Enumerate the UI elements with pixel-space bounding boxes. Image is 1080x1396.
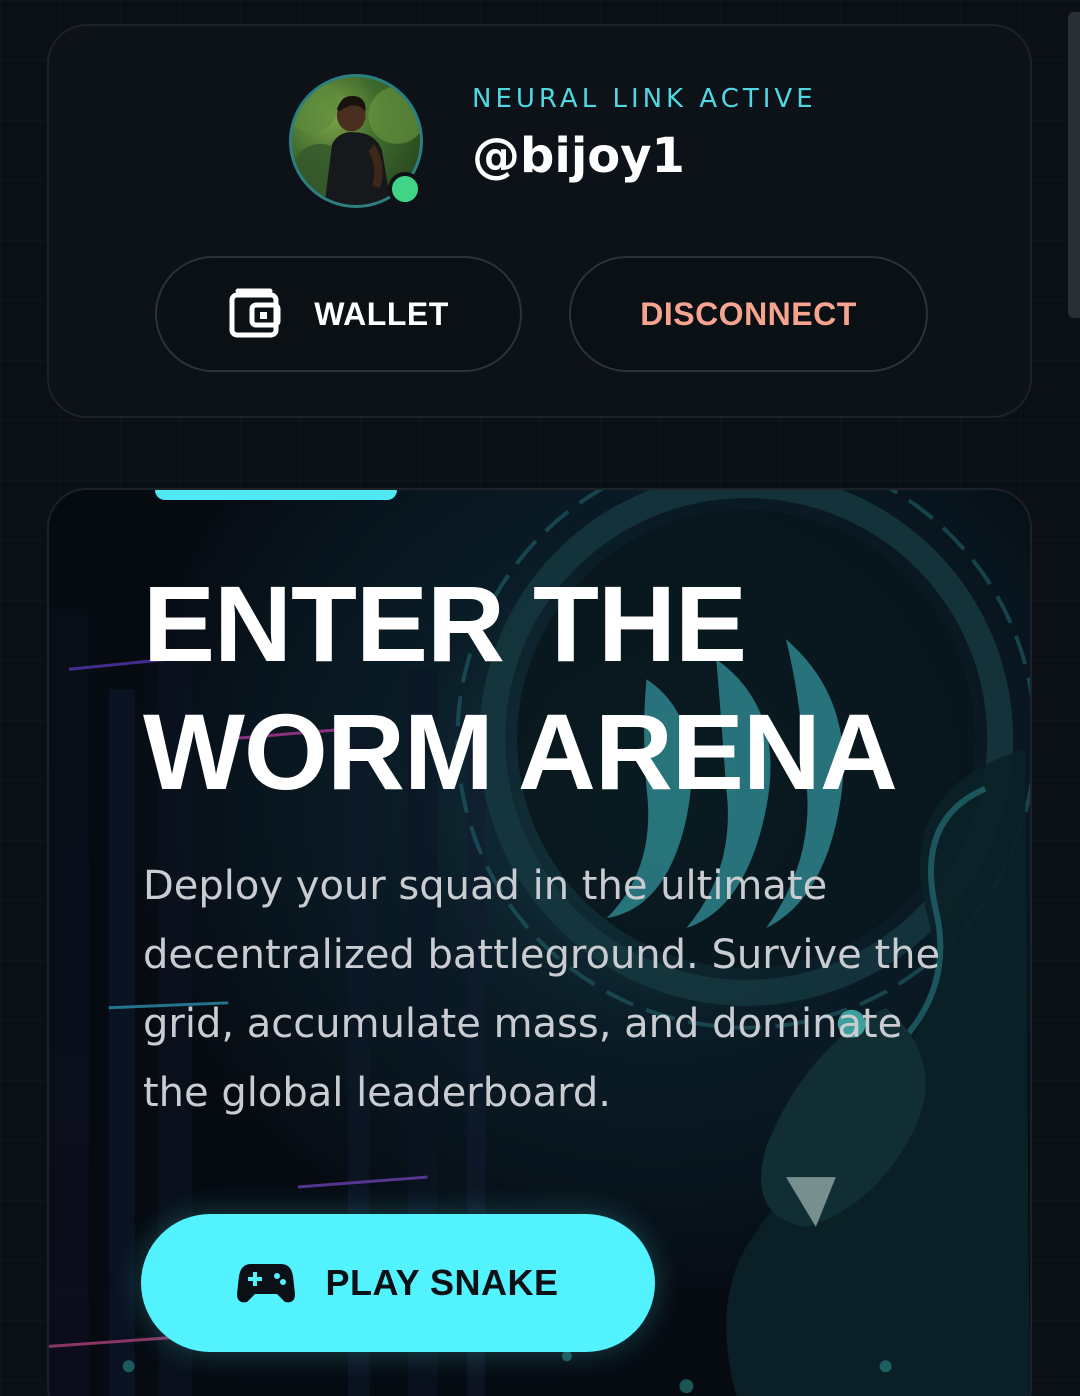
profile-card: NEURAL LINK ACTIVE @bijoy1 WALLET DISCON… bbox=[47, 24, 1032, 418]
gamepad-icon bbox=[237, 1264, 296, 1303]
hero-card: ENTER THE WORM ARENA Deploy your squad i… bbox=[47, 488, 1032, 1396]
hero-accent-bar bbox=[155, 490, 397, 500]
hero-title-line-1: ENTER THE bbox=[143, 563, 747, 684]
hero-title-line-2: WORM ARENA bbox=[143, 691, 898, 812]
play-snake-button[interactable]: PLAY SNAKE bbox=[141, 1214, 655, 1352]
online-status-icon bbox=[388, 172, 422, 206]
username: @bijoy1 bbox=[472, 128, 685, 184]
hero-description: Deploy your squad in the ultimate decent… bbox=[143, 863, 941, 1116]
hero-title: ENTER THE WORM ARENA bbox=[143, 560, 898, 816]
wallet-button-label: WALLET bbox=[314, 295, 449, 332]
connection-status: NEURAL LINK ACTIVE bbox=[472, 84, 817, 114]
wallet-icon bbox=[229, 288, 281, 338]
disconnect-button[interactable]: DISCONNECT bbox=[569, 256, 928, 372]
wallet-button[interactable]: WALLET bbox=[155, 256, 522, 372]
scrollbar-thumb[interactable] bbox=[1068, 12, 1080, 318]
play-snake-button-label: PLAY SNAKE bbox=[325, 1262, 559, 1303]
page: NEURAL LINK ACTIVE @bijoy1 WALLET DISCON… bbox=[0, 0, 1080, 1396]
disconnect-button-label: DISCONNECT bbox=[640, 295, 857, 332]
